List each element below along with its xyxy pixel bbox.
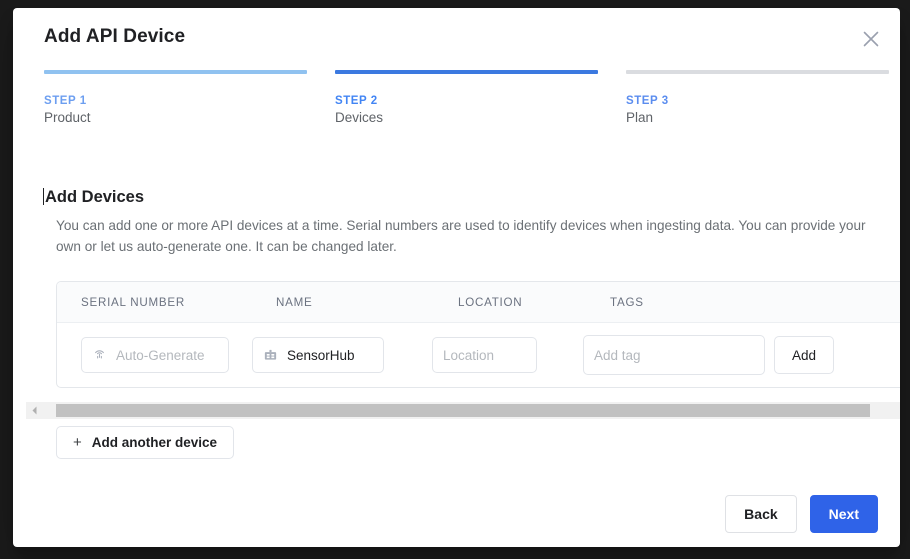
step-1-label: Product [44, 110, 91, 125]
serial-number-input[interactable]: Auto-Generate [81, 337, 229, 373]
back-button[interactable]: Back [725, 495, 797, 533]
close-button[interactable] [856, 24, 886, 54]
fingerprint-icon [92, 348, 107, 363]
text-caret [43, 188, 44, 205]
location-placeholder: Location [443, 347, 495, 363]
step-2-number: STEP 2 [335, 95, 378, 107]
add-another-device-label: Add another device [91, 435, 218, 450]
scrollbar-thumb[interactable] [56, 404, 870, 417]
step-3-number: STEP 3 [626, 95, 669, 107]
add-another-device-button[interactable]: + Add another device [56, 426, 235, 459]
table-row: Auto-Generate SensorHub Location Add tag… [57, 323, 900, 387]
step-2-bar [335, 70, 598, 74]
device-name-input[interactable]: SensorHub [252, 337, 384, 373]
next-button[interactable]: Next [809, 495, 878, 533]
device-name-value: SensorHub [287, 347, 355, 363]
dialog-footer: Back Next [725, 495, 878, 533]
section-heading-text: Add Devices [45, 188, 145, 206]
close-icon [862, 30, 880, 48]
plus-icon: + [73, 434, 82, 451]
column-header-tags: TAGS [610, 295, 644, 309]
tag-input[interactable]: Add tag [583, 335, 765, 375]
table-header-row: SERIAL NUMBER NAME LOCATION TAGS [57, 282, 900, 323]
add-api-device-dialog: Add API Device STEP 1 Product STEP 2 Dev… [13, 8, 900, 547]
column-header-location: LOCATION [458, 295, 523, 309]
devices-table: SERIAL NUMBER NAME LOCATION TAGS Auto-Ge… [56, 281, 900, 388]
scrollbar-track[interactable] [42, 402, 900, 419]
device-badge-icon [263, 348, 278, 363]
add-tag-button[interactable]: Add [774, 336, 835, 374]
step-3-bar [626, 70, 889, 74]
serial-number-placeholder: Auto-Generate [116, 347, 205, 363]
dialog-title: Add API Device [44, 26, 186, 47]
step-3[interactable]: STEP 3 Plan [626, 70, 889, 125]
stepper: STEP 1 Product STEP 2 Devices STEP 3 Pla… [44, 70, 889, 125]
chevron-left-icon [31, 402, 38, 420]
horizontal-scrollbar[interactable] [26, 402, 900, 419]
step-2-label: Devices [335, 110, 384, 125]
section-description: You can add one or more API devices at a… [56, 218, 866, 254]
step-1[interactable]: STEP 1 Product [44, 70, 307, 125]
column-header-serial-number: SERIAL NUMBER [81, 295, 186, 309]
step-3-label: Plan [626, 110, 654, 125]
step-2[interactable]: STEP 2 Devices [335, 70, 598, 125]
column-header-name: NAME [276, 295, 313, 309]
scroll-left-button[interactable] [26, 402, 42, 419]
tag-placeholder: Add tag [594, 347, 641, 363]
section-heading: Add Devices [43, 188, 144, 207]
step-1-number: STEP 1 [44, 95, 87, 107]
step-1-bar [44, 70, 307, 74]
location-input[interactable]: Location [432, 337, 537, 373]
